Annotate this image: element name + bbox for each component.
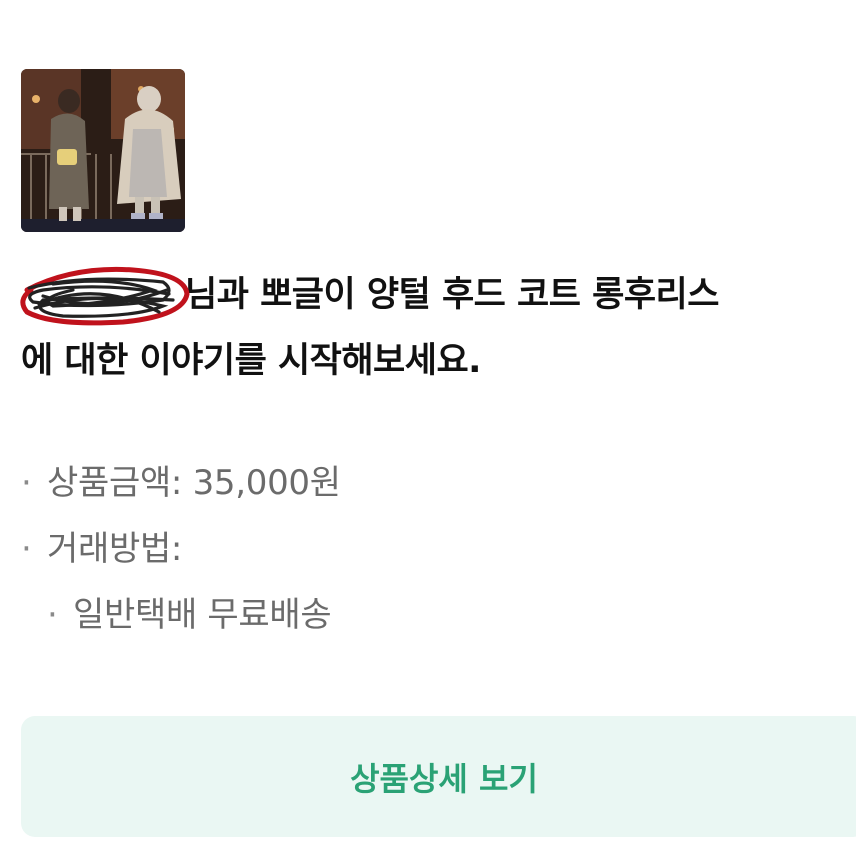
view-product-detail-button[interactable]: 상품상세 보기 xyxy=(21,716,856,837)
product-title-line-2: 에 대한 이야기를 시작해보세요. xyxy=(21,341,481,381)
trade-method-value-row: · 일반택배 무료배송 xyxy=(21,584,341,650)
redacted-seller-name xyxy=(20,266,190,326)
trade-method-value: 일반택배 무료배송 xyxy=(73,595,332,635)
bullet-icon: · xyxy=(21,529,32,569)
trade-method-label: 거래방법: xyxy=(47,529,183,569)
price-text: 상품금액: 35,000원 xyxy=(47,463,341,503)
product-title-line-1: 님과 뽀글이 양털 후드 코트 롱후리스 xyxy=(185,275,719,315)
price-row: · 상품금액: 35,000원 xyxy=(21,452,341,518)
chat-intro-message: 님과 뽀글이 양털 후드 코트 롱후리스 에 대한 이야기를 시작해보세요. xyxy=(20,262,851,394)
product-info-list: · 상품금액: 35,000원 · 거래방법: · 일반택배 무료배송 xyxy=(21,452,341,650)
chat-product-card: 님과 뽀글이 양털 후드 코트 롱후리스 에 대한 이야기를 시작해보세요. ·… xyxy=(0,0,856,856)
bullet-icon: · xyxy=(47,595,58,635)
redaction-scribble-icon xyxy=(20,266,190,326)
product-photo-icon xyxy=(21,69,185,232)
bullet-icon: · xyxy=(21,463,32,503)
trade-method-row: · 거래방법: xyxy=(21,518,341,584)
product-thumbnail[interactable] xyxy=(21,69,185,232)
